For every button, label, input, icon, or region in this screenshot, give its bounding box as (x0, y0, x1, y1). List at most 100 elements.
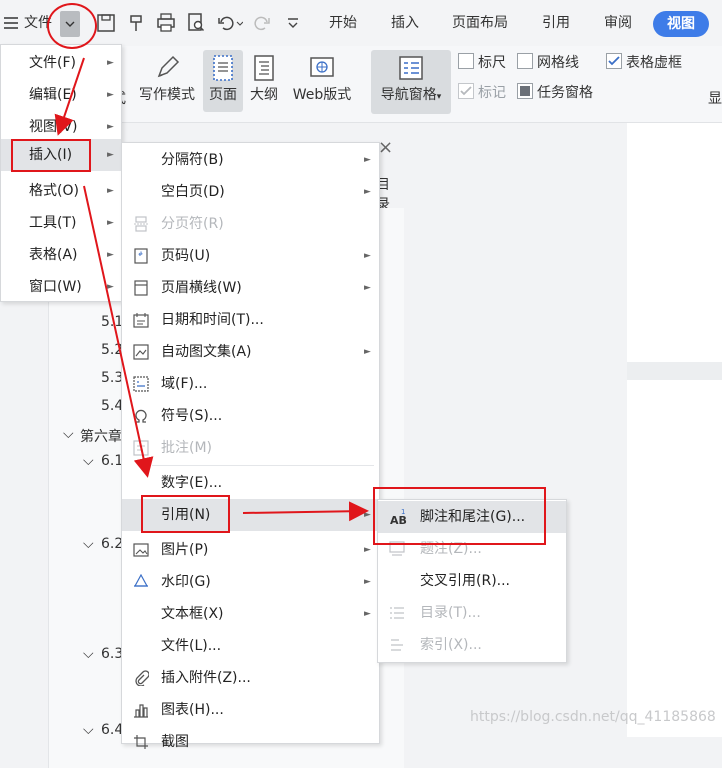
toc-item[interactable]: 6.4 (101, 722, 123, 738)
tab-review[interactable]: 审阅 (604, 10, 632, 36)
tab-insert[interactable]: 插入 (391, 10, 419, 36)
menu-item-file[interactable]: 文件(L)... (122, 630, 379, 662)
toc-item[interactable]: 6.2 (101, 536, 123, 552)
page-break-gap (627, 362, 722, 380)
gridlines-checkbox[interactable]: 网格线 (517, 53, 579, 73)
menu-item-autotext[interactable]: 自动图文集(A) ► (122, 336, 379, 368)
menu-item-watermark[interactable]: 水印(G) ► (122, 566, 379, 598)
toc-item[interactable]: 5.4 (101, 398, 123, 414)
chevron-down-icon[interactable]: ⌵ (83, 536, 94, 552)
tab-page-layout[interactable]: 页面布局 (452, 10, 508, 36)
ruler-checkbox[interactable]: 标尺 (458, 53, 506, 73)
redo-icon[interactable] (253, 10, 273, 36)
document-page[interactable] (627, 123, 722, 737)
print-icon[interactable] (156, 10, 176, 36)
customize-toolbar-icon[interactable] (285, 10, 301, 36)
chevron-down-icon[interactable]: ⌵ (83, 453, 94, 469)
web-layout-button[interactable]: Web版式 (288, 50, 356, 112)
page-number-icon: # (134, 248, 148, 264)
nav-pane-label: 导航窗格 (380, 87, 437, 103)
writing-mode-button[interactable]: 写作模式 (136, 50, 198, 112)
menu-item-symbol[interactable]: 符号(S)... (122, 400, 379, 432)
task-pane-checkbox[interactable]: 任务窗格 (517, 83, 593, 103)
markup-checkbox[interactable]: 标记 (458, 83, 506, 103)
chevron-down-icon[interactable] (60, 11, 80, 37)
tab-home[interactable]: 开始 (329, 10, 357, 36)
nav-pane-button[interactable]: 导航窗格▾ (371, 50, 451, 114)
menu-item-index[interactable]: 索引(X)... (378, 629, 566, 661)
close-icon[interactable]: × (378, 137, 393, 158)
menu-item-header-line[interactable]: 页眉横线(W) ► (122, 272, 379, 304)
table-gridlines-checkbox[interactable]: 表格虚框 (606, 53, 682, 73)
comment-icon (133, 440, 149, 456)
toc-item[interactable]: 5.3 (101, 370, 123, 386)
caption-icon (389, 541, 405, 556)
menu-item-page-number[interactable]: # 页码(U) ► (122, 240, 379, 272)
menu-item-break[interactable]: 分隔符(B) ► (122, 144, 379, 176)
toc-item[interactable]: 5.2 (101, 342, 123, 358)
menu-item-toc[interactable]: 目录(T)... (378, 597, 566, 629)
menu-item-number[interactable]: 数字(E)... (122, 467, 379, 499)
menu-item-chart[interactable]: 图表(H)... (122, 694, 379, 726)
page-view-icon (213, 55, 233, 81)
menu-item-textbox[interactable]: 文本框(X) ► (122, 598, 379, 630)
footnote-icon: AB1 (390, 508, 407, 527)
task-pane-label: 任务窗格 (537, 85, 593, 101)
chevron-down-icon[interactable]: ⌵ (83, 646, 94, 662)
menu-item-insert[interactable]: 插入(I) ► (1, 139, 121, 171)
watermark-text: https://blog.csdn.net/qq_41185868 (470, 709, 716, 725)
menu-item-cross-reference[interactable]: 交叉引用(R)... (378, 565, 566, 597)
toc-item[interactable]: 6.3 (101, 646, 123, 662)
menu-item-file[interactable]: 文件(F) ► (1, 47, 121, 79)
page-view-button[interactable]: 页面 (203, 50, 243, 112)
paperclip-icon (135, 670, 149, 686)
gridlines-label: 网格线 (537, 55, 579, 71)
menu-item-field[interactable]: 域(F)... (122, 368, 379, 400)
reference-submenu: AB 1 脚注和尾注(G)... 题注(Z)... 交叉引用(R)... 目录(T… (377, 499, 567, 663)
file-menu-label[interactable]: 文件 (24, 10, 52, 36)
menu-item-picture[interactable]: 图片(P) ► (122, 534, 379, 566)
omega-icon (135, 409, 147, 423)
ribbon-partial-right: 显 (708, 91, 722, 107)
page-break-icon (134, 216, 148, 232)
chevron-down-icon[interactable]: ⌵ (63, 426, 74, 442)
pencil-icon (157, 55, 180, 78)
menu-item-caption[interactable]: 题注(Z)... (378, 533, 566, 565)
toc-item[interactable]: 6.1 (101, 453, 123, 469)
menu-item-edit[interactable]: 编辑(E) ► (1, 79, 121, 111)
menu-item-page-break[interactable]: 分页符(R) (122, 208, 379, 240)
menu-item-comment[interactable]: 批注(M) (122, 432, 379, 464)
hamburger-icon[interactable] (2, 10, 20, 36)
print-preview-icon[interactable] (186, 10, 206, 36)
menu-item-reference[interactable]: 引用(N) ► (122, 499, 379, 531)
menu-separator (152, 465, 374, 466)
screenshot-icon (134, 735, 148, 749)
format-painter-icon[interactable] (127, 10, 147, 36)
menu-item-attachment[interactable]: 插入附件(Z)... (122, 662, 379, 694)
menu-item-table[interactable]: 表格(A) ► (1, 239, 121, 271)
menu-item-blank-page[interactable]: 空白页(D) ► (122, 176, 379, 208)
save-icon[interactable] (96, 10, 116, 36)
menu-item-date-time[interactable]: 日期和时间(T)... (122, 304, 379, 336)
menu-item-format[interactable]: 格式(O) ► (1, 175, 121, 207)
outline-view-button[interactable]: 大纲 (246, 50, 282, 112)
svg-text:#: # (138, 251, 143, 258)
tab-view[interactable]: 视图 (653, 11, 709, 37)
outline-label: 大纲 (250, 87, 278, 103)
toc-item[interactable]: 5.1 (101, 314, 123, 330)
chevron-down-icon[interactable]: ⌵ (83, 722, 94, 738)
menu-item-window[interactable]: 窗口(W) ► (1, 271, 121, 303)
menu-item-tools[interactable]: 工具(T) ► (1, 207, 121, 239)
ruler-label: 标尺 (478, 55, 506, 71)
undo-icon[interactable] (215, 10, 244, 36)
picture-icon (133, 543, 149, 557)
web-layout-icon (310, 57, 334, 77)
menu-item-screenshot[interactable]: 截图 (122, 726, 379, 758)
toc-item[interactable]: 第六章 (80, 426, 122, 446)
web-layout-label: Web版式 (292, 87, 352, 103)
menu-item-footnote-endnote[interactable]: AB 1 脚注和尾注(G)... (378, 501, 566, 533)
quick-access-toolbar: 文件 开始 插入 页面布局 引用 审阅 视图 (0, 0, 722, 46)
tab-references[interactable]: 引用 (542, 10, 570, 36)
writing-mode-label: 写作模式 (139, 87, 195, 103)
chart-icon (134, 704, 148, 718)
